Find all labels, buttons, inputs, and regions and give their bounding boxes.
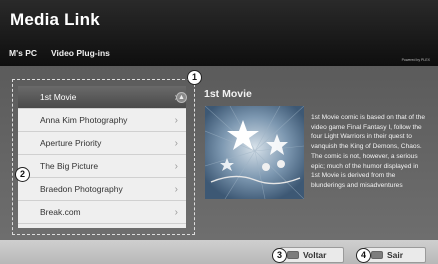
list-item-label: Anna Kim Photography bbox=[40, 115, 128, 125]
nav-tabs: M's PC Video Plug-ins bbox=[9, 48, 110, 58]
list-item-1st-movie[interactable]: 1st Movie › bbox=[18, 86, 186, 109]
powered-by-logo: Powered by PLEX bbox=[401, 58, 430, 62]
list-item-label: The Big Picture bbox=[40, 161, 99, 171]
detail-title: 1st Movie bbox=[204, 88, 252, 100]
list-item-aperture-priority[interactable]: Aperture Priority › bbox=[18, 132, 186, 155]
description-text: 1st Movie comic is based on that of the … bbox=[311, 114, 425, 189]
callout-1: 1 bbox=[187, 70, 202, 85]
list-item-label: Aperture Priority bbox=[40, 138, 102, 148]
tab-video-plugins[interactable]: Video Plug-ins bbox=[51, 48, 110, 58]
list-item-braedon-photography[interactable]: Braedon Photography › bbox=[18, 178, 186, 201]
list-item-the-big-picture[interactable]: The Big Picture › bbox=[18, 155, 186, 178]
back-button-label: Voltar bbox=[303, 250, 327, 260]
callout-2: 2 bbox=[15, 167, 30, 182]
exit-button[interactable]: Sair bbox=[364, 247, 426, 263]
list-item-break-com[interactable]: Break.com › bbox=[18, 201, 186, 224]
exit-button-label: Sair bbox=[387, 250, 404, 260]
scroll-up-button[interactable]: ▲ bbox=[176, 92, 187, 103]
app-title: Media Link bbox=[10, 10, 100, 29]
chevron-right-icon: › bbox=[174, 207, 178, 218]
chevron-right-icon: › bbox=[174, 138, 178, 149]
callout-3: 3 bbox=[272, 248, 287, 263]
list-item-label: 1st Movie bbox=[40, 92, 77, 102]
chevron-right-icon: › bbox=[174, 115, 178, 126]
channel-list: 1st Movie › Anna Kim Photography › Apert… bbox=[18, 86, 186, 228]
chevron-right-icon: › bbox=[174, 184, 178, 195]
back-button[interactable]: Voltar bbox=[280, 247, 344, 263]
list-item-label: Braedon Photography bbox=[40, 184, 123, 194]
list-item-anna-kim-photography[interactable]: Anna Kim Photography › bbox=[18, 109, 186, 132]
tab-ms-pc[interactable]: M's PC bbox=[9, 48, 37, 58]
poster-image bbox=[205, 106, 304, 199]
header: Media Link M's PC Video Plug-ins Powered… bbox=[0, 0, 438, 66]
poster-art bbox=[205, 106, 304, 199]
remote-exit-icon bbox=[371, 251, 383, 259]
media-link-screen: Media Link M's PC Video Plug-ins Powered… bbox=[0, 0, 438, 264]
up-arrow-icon: ▲ bbox=[178, 94, 185, 101]
remote-back-icon bbox=[287, 251, 299, 259]
callout-4: 4 bbox=[356, 248, 371, 263]
chevron-right-icon: › bbox=[174, 161, 178, 172]
list-item-label: Break.com bbox=[40, 207, 81, 217]
list-panel-frame: 1st Movie › Anna Kim Photography › Apert… bbox=[12, 79, 195, 235]
